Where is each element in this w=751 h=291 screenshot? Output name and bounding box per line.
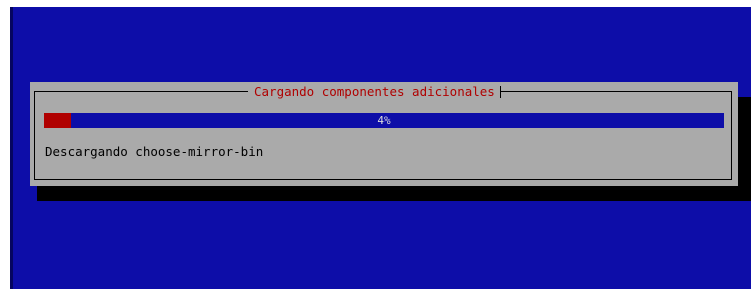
progress-bar: 4%	[44, 113, 724, 128]
dialog-frame	[34, 91, 732, 180]
progress-percent-label: 4%	[377, 114, 391, 127]
title-right-tick	[500, 86, 501, 98]
dialog-title: Cargando componentes adicionales	[248, 83, 501, 101]
progress-dialog: Cargando componentes adicionales 4% Desc…	[30, 82, 738, 186]
screen-edge	[10, 7, 13, 289]
status-message: Descargando choose-mirror-bin	[45, 144, 264, 159]
dialog-shadow-right	[738, 97, 751, 201]
dialog-shadow-bottom	[37, 185, 743, 201]
